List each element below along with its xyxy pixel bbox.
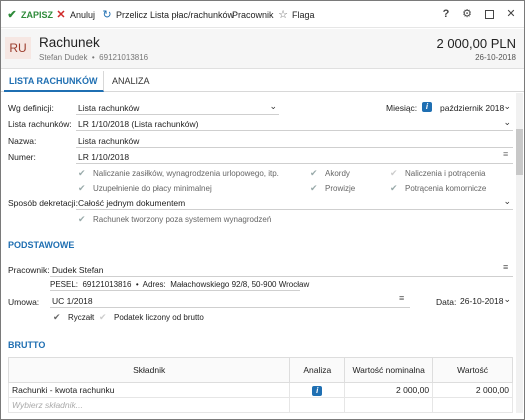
lista-rachunkow-select[interactable]: LR 1/10/2018 (Lista rachunków): [76, 118, 513, 131]
info-icon[interactable]: i: [312, 385, 323, 396]
section-brutto: BRUTTO: [8, 340, 46, 350]
miesiac-label: Miesiąc:: [386, 103, 418, 113]
checkbox-uzupelnienie[interactable]: ✔ Uzupełnienie do płacy minimalnej: [78, 183, 212, 194]
save-button[interactable]: ✔ ZAPISZ: [6, 8, 53, 22]
menu-lines-icon[interactable]: ≡: [503, 149, 508, 159]
maximize-icon[interactable]: [482, 7, 496, 21]
gear-icon[interactable]: ⚙: [460, 7, 474, 21]
umowa-label: Umowa:: [8, 297, 40, 307]
document-type-avatar: RU: [5, 37, 31, 59]
check-icon: ✔: [78, 168, 86, 178]
nazwa-field[interactable]: Lista rachunków: [76, 135, 513, 148]
numer-field[interactable]: LR 1/10/2018: [76, 151, 513, 164]
check-icon: ✔: [78, 183, 86, 193]
lista-rachunkow-label: Lista rachunków:: [8, 119, 72, 129]
menu-lines-icon[interactable]: ≡: [503, 262, 508, 272]
scrollbar[interactable]: [516, 93, 523, 413]
wg-definicji-label: Wg definicji:: [8, 103, 54, 113]
flag-button[interactable]: ☆ Flaga: [277, 8, 314, 22]
close-icon: ✕: [56, 9, 66, 21]
refresh-icon: ↻: [102, 9, 112, 21]
table-row[interactable]: Rachunki - kwota rachunku i 2 000,00 2 0…: [7, 382, 513, 398]
checkbox-potracenia-komornicze[interactable]: ✔ Potrącenia komornicze: [390, 183, 486, 194]
section-podstawowe: PODSTAWOWE: [8, 240, 75, 250]
checkbox-prowizje[interactable]: ✔ Prowizje: [310, 183, 355, 194]
window: ✔ ZAPISZ ✕ Anuluj ↻ Przelicz Lista płac/…: [0, 0, 525, 420]
tab-analiza[interactable]: ANALIZA: [107, 71, 155, 92]
recalculate-button[interactable]: ↻ Przelicz: [101, 8, 147, 22]
cell-wartosc-nominalna[interactable]: 2 000,00: [344, 382, 434, 398]
nazwa-label: Nazwa:: [8, 136, 37, 146]
close-window-icon[interactable]: ✕: [504, 7, 518, 21]
tab-bar: LISTA RACHUNKÓW ANALIZA: [1, 71, 524, 92]
cancel-button[interactable]: ✕ Anuluj: [55, 8, 95, 22]
menu-lines-icon[interactable]: ≡: [399, 293, 404, 303]
miesiac-select[interactable]: październik 2018: [438, 102, 513, 115]
checkbox-akordy[interactable]: ✔ Akordy: [310, 168, 350, 179]
table-row-new: Wybierz składnik...: [7, 397, 513, 413]
data-picker[interactable]: 26-10-2018: [458, 295, 513, 308]
column-header-skladnik[interactable]: Składnik: [7, 357, 291, 383]
cell-skladnik: Rachunki - kwota rachunku: [7, 382, 291, 398]
check-icon: ✔: [310, 168, 318, 178]
checkbox-podatek-brutto[interactable]: ✔ Podatek liczony od brutto: [99, 312, 204, 323]
sposob-dekretacji-label: Sposób dekretacji:: [8, 198, 78, 208]
help-icon[interactable]: ?: [439, 7, 453, 21]
check-icon: ✔: [53, 312, 61, 322]
checkmark-icon: ✔: [7, 9, 17, 21]
checkbox-poza-systemem[interactable]: ✔ Rachunek tworzony poza systemem wynagro…: [78, 214, 271, 225]
checkbox-ryczalt[interactable]: ✔ Ryczałt: [53, 312, 94, 323]
document-date: 26-10-2018: [475, 53, 516, 62]
wg-definicji-select[interactable]: Lista rachunków: [76, 102, 279, 115]
tab-lista-rachunkow[interactable]: LISTA RACHUNKÓW: [4, 71, 104, 92]
data-label: Data:: [436, 297, 457, 307]
check-icon: ✔: [390, 183, 398, 193]
check-icon: ✔: [310, 183, 318, 193]
checkbox-naliczanie-zasilkow[interactable]: ✔ Naliczanie zasiłków, wynagrodzenia urlo…: [78, 168, 279, 179]
check-icon: ✔: [78, 214, 86, 224]
brutto-table: Składnik Analiza Wartość nominalna Warto…: [7, 357, 513, 413]
checkbox-naliczenia-potracenia[interactable]: ✔ Naliczenia i potrącenia: [390, 168, 486, 179]
numer-label: Numer:: [8, 152, 36, 162]
check-icon: ✔: [99, 312, 107, 322]
pracownik-field[interactable]: Dudek Stefan: [50, 264, 513, 277]
cell-wartosc[interactable]: 2 000,00: [432, 382, 513, 398]
add-skladnik-input[interactable]: Wybierz składnik...: [7, 397, 291, 413]
toolbar: ✔ ZAPISZ ✕ Anuluj ↻ Przelicz Lista płac/…: [1, 1, 524, 28]
page-title: Rachunek: [39, 35, 100, 50]
divider: [50, 290, 300, 291]
scrollbar-thumb[interactable]: [516, 129, 523, 175]
pracownik-label: Pracownik:: [8, 265, 50, 275]
column-header-wartosc-nominalna[interactable]: Wartość nominalna: [344, 357, 434, 383]
page-subtitle: Stefan Dudek • 69121013816: [39, 53, 149, 62]
employee-button[interactable]: Pracownik: [232, 8, 274, 22]
total-amount: 2 000,00 PLN: [436, 36, 516, 51]
umowa-field[interactable]: UC 1/2018: [50, 295, 410, 308]
sposob-dekretacji-select[interactable]: Całość jednym dokumentem: [76, 197, 513, 210]
check-icon: ✔: [390, 168, 398, 178]
column-header-analiza[interactable]: Analiza: [289, 357, 346, 383]
payroll-lists-button[interactable]: Lista płac/rachunków: [150, 8, 234, 22]
pesel-address-line: PESEL: 69121013816 • Adres: Małachowskie…: [50, 280, 310, 289]
info-icon[interactable]: i: [422, 102, 432, 112]
column-header-wartosc[interactable]: Wartość: [432, 357, 513, 383]
star-icon: ☆: [278, 9, 288, 21]
